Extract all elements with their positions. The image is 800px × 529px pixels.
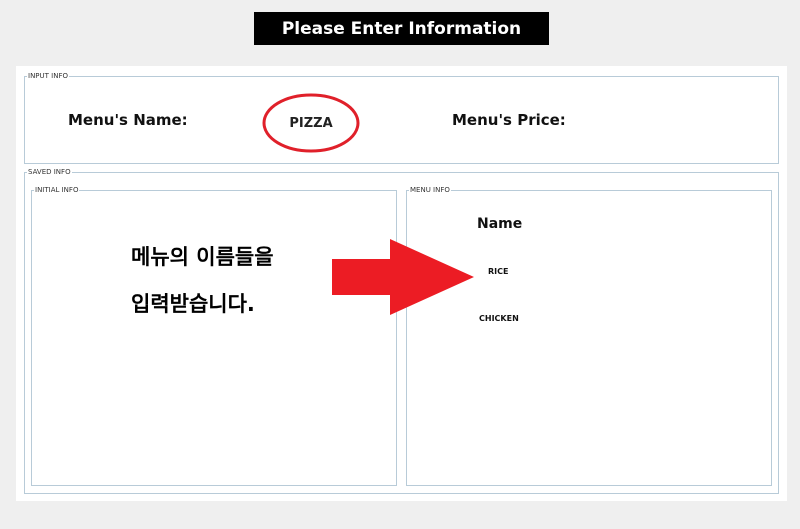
menu-name-column-header: Name [477, 216, 523, 232]
initial-info-group: INITIAL INFO [31, 186, 397, 486]
input-info-legend: INPUT INFO [28, 72, 68, 80]
menu-list-item: CHICKEN [479, 314, 519, 323]
menu-list-item: RICE [488, 267, 509, 276]
menu-name-field[interactable]: PIZZA [262, 93, 360, 153]
annotation-line-1: 메뉴의 이름들을 [131, 245, 274, 269]
arrow-right-icon [332, 239, 474, 315]
menu-name-label: Menu's Name: [68, 111, 188, 129]
menu-info-group: MENU INFO [406, 186, 772, 486]
menu-info-legend: MENU INFO [410, 186, 450, 194]
annotation-text: 메뉴의 이름들을 입력받습니다. [131, 234, 274, 328]
annotation-line-2: 입력받습니다. [131, 292, 255, 316]
menu-price-label: Menu's Price: [452, 111, 566, 129]
initial-info-legend: INITIAL INFO [35, 186, 79, 194]
page-title-text: Please Enter Information [281, 18, 522, 39]
saved-info-legend: SAVED INFO [28, 168, 71, 176]
arrow-shape [332, 239, 474, 315]
menu-name-value: PIZZA [289, 115, 333, 131]
main-panel: INPUT INFO Menu's Name: PIZZA Menu's Pri… [16, 66, 787, 501]
page-title: Please Enter Information [254, 12, 549, 45]
